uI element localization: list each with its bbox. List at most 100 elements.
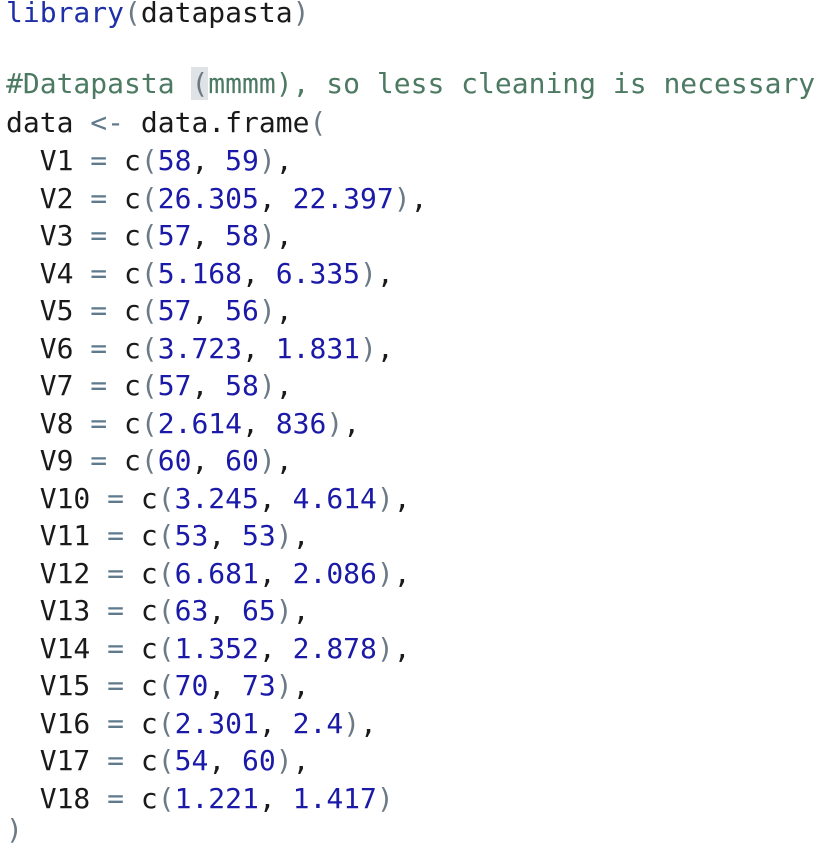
function-name: c — [140, 744, 158, 777]
number-value: 1.831 — [275, 331, 361, 365]
number-value: 1.221 — [174, 781, 259, 815]
column-name: V2 — [39, 181, 74, 215]
equals-operator: = — [90, 144, 108, 177]
row-end: ), — [376, 631, 411, 665]
function-name: c — [140, 481, 158, 515]
open-paren: ( — [140, 294, 158, 327]
number-value: 57 — [157, 219, 192, 252]
open-paren: ( — [124, 0, 141, 29]
column-name: V11 — [39, 519, 91, 552]
equals-operator: = — [90, 331, 108, 365]
equals-operator: = — [107, 669, 125, 702]
code-line-row: V13 = c(63, 65), — [39, 594, 310, 627]
function-name: c — [140, 706, 158, 740]
function-name: c — [140, 669, 158, 702]
number-value: 57 — [157, 369, 192, 402]
equals-operator: = — [107, 481, 125, 515]
number-value: 58 — [225, 369, 259, 402]
number-value: 2.878 — [292, 631, 377, 665]
function-name: data.frame — [140, 106, 310, 139]
number-value: 56 — [225, 294, 259, 327]
number-value: 73 — [242, 669, 276, 702]
row-end: ), — [360, 331, 394, 365]
column-name: V3 — [39, 219, 74, 252]
number-value: 59 — [225, 144, 259, 177]
equals-operator: = — [107, 706, 125, 740]
row-end: ), — [376, 556, 411, 590]
function-name: c — [124, 444, 141, 477]
number-value: 53 — [174, 519, 209, 552]
row-end: ), — [360, 256, 394, 290]
code-line-row: V4 = c(5.168, 6.335), — [39, 256, 394, 290]
number-value: 60 — [225, 444, 259, 477]
column-name: V13 — [39, 594, 91, 627]
open-paren: ( — [140, 331, 158, 365]
code-line-comment: #Datapasta (mmmm), so less cleaning is n… — [6, 65, 815, 102]
function-name: c — [124, 256, 141, 290]
number-value: 6.681 — [174, 556, 259, 590]
code-line-row: V11 = c(53, 53), — [39, 519, 310, 552]
equals-operator: = — [107, 519, 125, 552]
number-value: 3.245 — [174, 481, 259, 515]
open-paren: ( — [157, 556, 175, 590]
number-value: 54 — [174, 744, 209, 777]
equals-operator: = — [90, 181, 108, 215]
equals-operator: = — [90, 406, 108, 440]
code-line-row: V3 = c(57, 58), — [39, 219, 293, 252]
open-paren: ( — [140, 369, 158, 402]
function-name: c — [124, 181, 141, 215]
number-value: 22.397 — [292, 181, 394, 215]
number-value: 2.614 — [157, 406, 243, 440]
open-paren: ( — [140, 219, 158, 252]
function-name: c — [140, 594, 158, 627]
code-line-row: V5 = c(57, 56), — [39, 294, 293, 327]
function-name: library — [6, 0, 125, 29]
row-end: ), — [343, 706, 377, 740]
row-end: ), — [258, 369, 293, 402]
number-value: 5.168 — [157, 256, 243, 290]
matched-paren-highlight: ( — [191, 67, 209, 100]
column-name: V8 — [39, 406, 74, 440]
comment-text: #Datapasta — [6, 67, 192, 100]
row-end: ), — [258, 144, 293, 177]
row-end: ), — [393, 181, 428, 215]
row-end: ), — [275, 594, 310, 627]
code-line-row: V1 = c(58, 59), — [39, 144, 293, 177]
number-value: 58 — [157, 144, 192, 177]
code-editor[interactable]: library(datapasta) #Datapasta (mmmm), so… — [0, 0, 834, 854]
number-value: 65 — [242, 594, 276, 627]
equals-operator: = — [107, 594, 125, 627]
open-paren: ( — [157, 781, 175, 815]
open-paren: ( — [157, 706, 175, 740]
code-line-library: library(datapasta) — [6, 0, 309, 31]
code-line-row: V15 = c(70, 73), — [39, 669, 310, 702]
number-value: 1.417 — [292, 781, 377, 815]
column-name: V9 — [39, 444, 74, 477]
column-name: V17 — [39, 744, 91, 777]
equals-operator: = — [107, 744, 125, 777]
number-value: 836 — [275, 406, 327, 440]
column-name: V16 — [39, 706, 91, 740]
number-value: 26.305 — [157, 181, 259, 215]
column-name: V12 — [39, 556, 91, 590]
function-name: c — [124, 219, 141, 252]
code-line-row: V18 = c(1.221, 1.417) — [39, 781, 394, 815]
function-name: c — [124, 331, 141, 365]
row-end: ), — [275, 669, 310, 702]
column-name: V1 — [39, 144, 74, 177]
function-name: c — [124, 294, 141, 327]
function-name: c — [140, 781, 158, 815]
column-name: V18 — [39, 781, 91, 815]
row-end: ), — [376, 481, 411, 515]
code-line-assign: data <- data.frame( — [6, 104, 326, 141]
equals-operator: = — [90, 369, 108, 402]
code-line-row: V9 = c(60, 60), — [39, 444, 293, 477]
code-line-row: V12 = c(6.681, 2.086), — [39, 556, 411, 590]
number-value: 3.723 — [157, 331, 243, 365]
number-value: 70 — [174, 669, 209, 702]
row-end: ), — [258, 219, 293, 252]
open-paren: ( — [140, 444, 158, 477]
equals-operator: = — [90, 444, 108, 477]
function-name: c — [124, 406, 141, 440]
column-name: V10 — [39, 481, 91, 515]
